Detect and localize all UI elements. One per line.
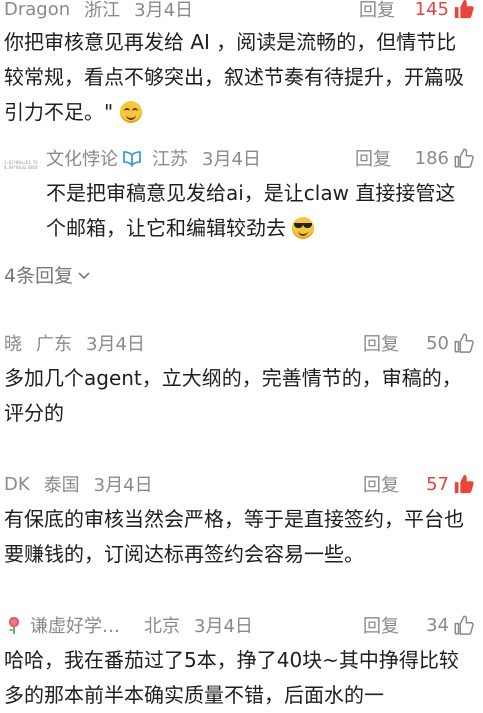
user-nickname[interactable]: 晓 xyxy=(4,330,22,356)
more-replies-label: 4条回复 xyxy=(4,265,74,287)
comment-date: 3月4日 xyxy=(202,149,261,170)
comment-text: 不是把审稿意见发给ai，是让claw 直接接管这个邮箱，让它和编辑较劲去 xyxy=(46,176,474,246)
verified-book-icon xyxy=(123,151,141,167)
grin-emoji-icon xyxy=(119,101,142,123)
comment-meta: Dragon 浙江 3月4日 回复 145 xyxy=(4,0,483,22)
rose-avatar-icon[interactable] xyxy=(4,615,24,635)
comment-text: 多加几个agent，立大纲的，完善情节的，审稿的，评分的 xyxy=(4,361,474,431)
comment-text-content: 有保底的审核当然会严格，等于是直接签约，平台也要赚钱的，订阅达标再签约会容易一些… xyxy=(4,507,464,566)
like-button[interactable]: 50 xyxy=(426,332,475,354)
reply-button[interactable]: 回复 xyxy=(363,612,399,638)
comment-date: 3月4日 xyxy=(194,616,253,637)
like-button[interactable]: 186 xyxy=(415,147,475,169)
chevron-down-icon xyxy=(78,271,90,279)
comment-text: 你把审核意见再发给 AI ，阅读是流畅的，但情节比较常规，看点不够突出，叙述节奏… xyxy=(4,25,474,130)
user-nickname[interactable]: Dragon xyxy=(4,0,70,20)
thumbs-up-filled-icon xyxy=(454,474,474,494)
user-region: 浙江 xyxy=(84,0,121,21)
thumbs-up-icon xyxy=(454,148,474,168)
comment-meta: 文化悖论 江苏 3月4日 回复 186 xyxy=(46,145,483,171)
reply-button[interactable]: 回复 xyxy=(363,471,399,497)
avatar[interactable]: 1.61*86x=61.76 0.89*86=0.0858 xyxy=(4,160,40,174)
like-button[interactable]: 145 xyxy=(415,0,475,20)
reply-button[interactable]: 回复 xyxy=(355,145,391,171)
reply-button[interactable]: 回复 xyxy=(359,0,395,22)
comment-text-content: 你把审核意见再发给 AI ，阅读是流畅的，但情节比较常规，看点不够突出，叙述节奏… xyxy=(4,30,464,124)
sunglasses-emoji-icon xyxy=(292,217,315,239)
comment-date: 3月4日 xyxy=(93,475,153,496)
comment-date: 3月4日 xyxy=(134,0,194,21)
user-region: 泰国 xyxy=(43,475,80,496)
comment-meta: DK 泰国 3月4日 回复 57 xyxy=(4,471,483,497)
user-nickname[interactable]: DK xyxy=(4,474,30,495)
user-region: 江苏 xyxy=(152,149,188,170)
thumbs-up-filled-icon xyxy=(454,0,474,19)
more-replies-button[interactable]: 4条回复 xyxy=(4,261,92,288)
comment-meta: 晓 广东 3月4日 回复 50 xyxy=(4,330,483,356)
comment-text-content: 不是把审稿意见发给ai，是让claw 直接接管这个邮箱，让它和编辑较劲去 xyxy=(46,181,456,240)
comment-meta: 谦虚好学… 北京 3月4日 回复 34 xyxy=(4,612,483,638)
comment-text: 有保底的审核当然会严格，等于是直接签约，平台也要赚钱的，订阅达标再签约会容易一些… xyxy=(4,502,474,572)
like-count: 50 xyxy=(426,332,449,354)
thumbs-up-icon xyxy=(454,615,474,635)
like-count: 34 xyxy=(426,614,449,636)
like-count: 186 xyxy=(414,147,449,169)
comment-date: 3月4日 xyxy=(86,334,145,355)
like-count: 57 xyxy=(426,473,449,495)
user-region: 北京 xyxy=(144,616,180,637)
like-button[interactable]: 57 xyxy=(426,473,475,495)
comment-text-content: 多加几个agent，立大纲的，完善情节的，审稿的，评分的 xyxy=(4,366,462,425)
like-button[interactable]: 34 xyxy=(426,614,475,636)
thumbs-up-icon xyxy=(454,333,474,353)
reply-button[interactable]: 回复 xyxy=(363,330,399,356)
user-region: 广东 xyxy=(36,334,72,355)
user-nickname[interactable]: 谦虚好学… xyxy=(30,612,120,638)
like-count: 145 xyxy=(414,0,449,20)
user-nickname[interactable]: 文化悖论 xyxy=(46,145,118,171)
comment-text-content: 哈哈，我在番茄过了5本，挣了40块~其中挣得比较多的那本前半本确实质量不错，后面… xyxy=(4,648,459,707)
